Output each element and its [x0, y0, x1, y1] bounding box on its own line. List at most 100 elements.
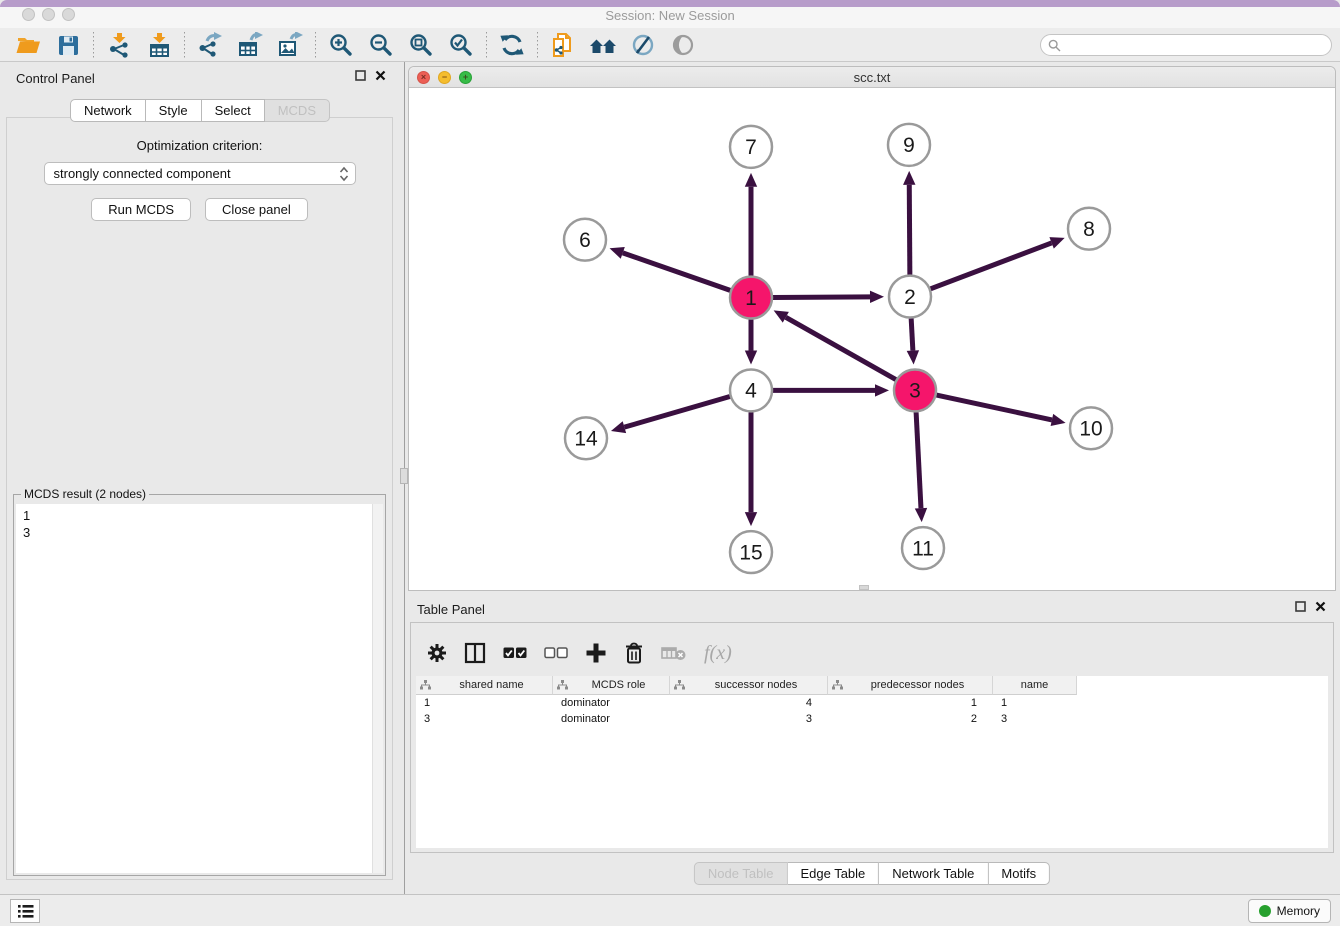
zoom-out-button[interactable]	[361, 30, 401, 60]
network-window-titlebar[interactable]: × − + scc.txt	[409, 67, 1335, 88]
close-panel-icon[interactable]	[375, 70, 386, 81]
toolbar-separator	[537, 32, 538, 58]
control-panel: Control Panel NetworkStyleSelectMCDS Opt…	[0, 62, 400, 894]
function-builder-icon[interactable]: f(x)	[704, 642, 732, 665]
cell-shared-name[interactable]: 3	[416, 711, 553, 727]
table-panel: Table Panel f(x)	[408, 595, 1336, 894]
close-panel-icon[interactable]	[1315, 601, 1326, 612]
tab-node-table[interactable]: Node Table	[694, 862, 788, 885]
search-box[interactable]	[1040, 34, 1332, 56]
style-toggle-button[interactable]	[623, 30, 663, 60]
memory-button[interactable]: Memory	[1248, 899, 1331, 923]
tab-style[interactable]: Style	[146, 99, 202, 122]
delete-columns-trash-icon[interactable]	[624, 642, 644, 664]
mcds-result-group: MCDS result (2 nodes) 1 3	[13, 494, 386, 876]
panel-splitter[interactable]	[400, 62, 408, 894]
show-hide-button[interactable]	[663, 30, 703, 60]
tab-edge-table[interactable]: Edge Table	[787, 862, 879, 885]
control-panel-tabs: NetworkStyleSelectMCDS	[0, 99, 400, 122]
column-header-successor-nodes[interactable]: successor nodes	[670, 676, 828, 695]
import-network-button[interactable]	[99, 30, 139, 60]
node-label-9: 9	[903, 134, 915, 157]
clone-network-button[interactable]	[543, 30, 583, 60]
export-image-icon	[277, 32, 303, 58]
save-session-button[interactable]	[48, 30, 88, 60]
network-canvas[interactable]: 7968124314101511	[409, 89, 1335, 590]
optimization-criterion-label: Optimization criterion:	[7, 138, 392, 153]
select-all-columns-icon[interactable]	[503, 646, 527, 660]
search-input[interactable]	[1065, 38, 1331, 52]
tab-motifs[interactable]: Motifs	[988, 862, 1050, 885]
cell-name[interactable]: 1	[993, 695, 1077, 711]
toolbar-separator	[184, 32, 185, 58]
deselect-all-columns-icon[interactable]	[544, 646, 568, 660]
result-scrollbar[interactable]	[372, 504, 383, 873]
edge-4-14[interactable]	[624, 397, 729, 428]
cell-MCDS-role[interactable]: dominator	[553, 695, 670, 711]
export-network-button[interactable]	[190, 30, 230, 60]
network-maximize-button[interactable]: +	[459, 71, 472, 84]
window-title: Session: New Session	[0, 8, 1340, 23]
show-columns-icon[interactable]	[464, 642, 486, 664]
edge-3-1[interactable]	[786, 317, 896, 379]
network-graph[interactable]: 7968124314101511	[409, 89, 1335, 590]
zoom-in-button[interactable]	[321, 30, 361, 60]
table-row[interactable]: 3dominator323	[416, 711, 1328, 727]
float-panel-icon[interactable]	[1295, 601, 1306, 612]
node-label-7: 7	[745, 136, 757, 159]
network-close-button[interactable]: ×	[417, 71, 430, 84]
toolbar-separator	[486, 32, 487, 58]
edge-2-9[interactable]	[909, 185, 910, 275]
import-table-button[interactable]	[139, 30, 179, 60]
cell-successor-nodes[interactable]: 4	[670, 695, 828, 711]
zoom-selected-button[interactable]	[441, 30, 481, 60]
tab-select[interactable]: Select	[202, 99, 265, 122]
cell-successor-nodes[interactable]: 3	[670, 711, 828, 727]
memory-label: Memory	[1277, 904, 1320, 918]
zoom-fit-button[interactable]	[401, 30, 441, 60]
tab-mcds[interactable]: MCDS	[265, 99, 330, 122]
table-settings-gear-icon[interactable]	[427, 643, 447, 663]
cell-predecessor-nodes[interactable]: 1	[828, 695, 993, 711]
edge-1-6[interactable]	[623, 253, 730, 290]
cell-MCDS-role[interactable]: dominator	[553, 711, 670, 727]
column-header-MCDS-role[interactable]: MCDS role	[553, 676, 670, 695]
paint-slash-icon	[630, 32, 656, 58]
first-neighbors-button[interactable]	[583, 30, 623, 60]
tab-network-table[interactable]: Network Table	[879, 862, 988, 885]
criterion-select[interactable]: strongly connected component	[44, 162, 356, 185]
edge-2-8[interactable]	[931, 243, 1052, 289]
task-history-button[interactable]	[10, 899, 40, 923]
float-panel-icon[interactable]	[355, 70, 366, 81]
edge-arrowhead	[870, 291, 884, 303]
column-header-shared-name[interactable]: shared name	[416, 676, 553, 695]
add-column-icon[interactable]	[585, 642, 607, 664]
memory-status-icon	[1259, 905, 1271, 917]
column-header-predecessor-nodes[interactable]: predecessor nodes	[828, 676, 993, 695]
edge-1-2[interactable]	[773, 297, 870, 298]
app-window: Session: New Session	[0, 0, 1340, 926]
delete-table-icon[interactable]	[661, 644, 687, 662]
cell-shared-name[interactable]: 1	[416, 695, 553, 711]
close-panel-button[interactable]: Close panel	[205, 198, 308, 221]
export-image-button[interactable]	[270, 30, 310, 60]
edge-3-10[interactable]	[937, 395, 1052, 420]
edge-3-11[interactable]	[916, 412, 921, 508]
mcds-result-area[interactable]: 1 3	[16, 504, 383, 873]
canvas-scroll-grip[interactable]	[859, 585, 869, 590]
edge-2-3[interactable]	[911, 319, 913, 351]
node-table[interactable]: shared nameMCDS rolesuccessor nodesprede…	[416, 676, 1328, 848]
splitter-grip[interactable]	[400, 468, 408, 484]
tab-network[interactable]: Network	[70, 99, 146, 122]
column-header-name[interactable]: name	[993, 676, 1077, 695]
open-session-button[interactable]	[8, 30, 48, 60]
table-row[interactable]: 1dominator411	[416, 695, 1328, 711]
run-mcds-button[interactable]: Run MCDS	[91, 198, 191, 221]
cell-name[interactable]: 3	[993, 711, 1077, 727]
export-table-button[interactable]	[230, 30, 270, 60]
zoom-in-icon	[328, 32, 354, 58]
network-title: scc.txt	[409, 67, 1335, 85]
network-minimize-button[interactable]: −	[438, 71, 451, 84]
cell-predecessor-nodes[interactable]: 2	[828, 711, 993, 727]
apply-layout-button[interactable]	[492, 30, 532, 60]
